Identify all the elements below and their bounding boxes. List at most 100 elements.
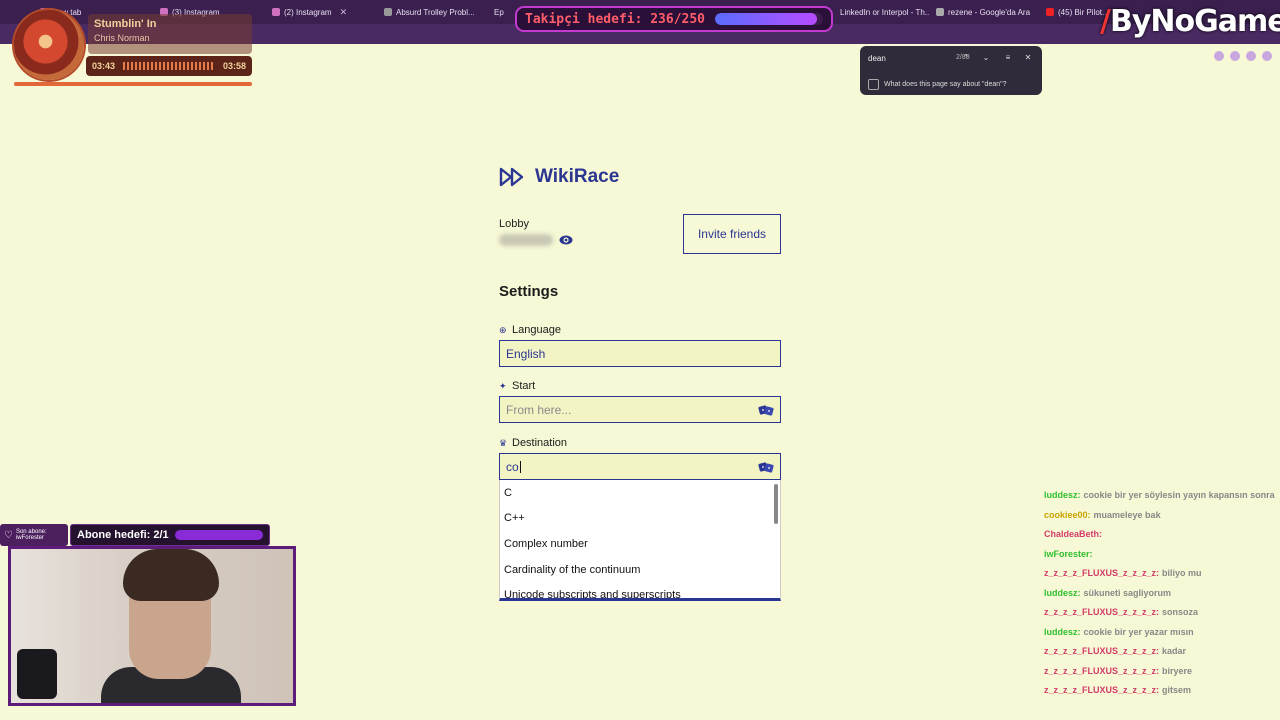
chat-message: cookiee00: muameleye bak [1044,506,1280,526]
track-info: Stumblin' In Chris Norman [88,14,252,54]
sub-goal-bar [174,530,263,540]
tab-instagram-2[interactable]: (2) Instagram ✕ [272,4,372,20]
tab-absurd-trolley[interactable]: Absurd Trolley Probl... [384,4,490,20]
lobby-code-hidden [499,234,553,246]
app-title: WikiRace [535,166,620,187]
chat-username: luddesz: [1044,626,1081,637]
tab-linkedin-interpol[interactable]: LinkedIn or Interpol - Th... [840,4,930,20]
last-sub-text: Son abone: iwForester [16,529,47,541]
chat-text: sükuneti sagliyorum [1083,587,1172,598]
sub-goal-label: Abone hedefi: 2/1 [77,529,169,541]
app-logo: WikiRace [499,166,619,188]
suggestion-item[interactable]: Cardinality of the continuum [500,557,780,583]
audio-icon [384,8,392,16]
extension-icon[interactable] [1246,51,1256,61]
chevron-down-icon[interactable]: ⌄ [980,52,992,64]
suggestion-item[interactable]: Complex number [500,531,780,557]
tab-ep[interactable]: Ep [494,4,514,20]
extension-icon[interactable] [1214,51,1224,61]
follower-goal-bar [715,13,823,25]
chat-message: ChaldeaBeth: [1044,525,1280,545]
last-sub-name: iwForester [15,535,44,541]
trophy-icon: ♛ [499,437,508,448]
last-sub-widget: ♡ Son abone: iwForester [0,524,68,546]
text-cursor [519,460,521,473]
chevron-up-icon[interactable]: ⌃ [960,52,972,64]
follower-goal-fill [715,13,817,25]
chat-username: z_z_z_z_FLUXUS_z_z_z_z: [1044,568,1160,578]
chat-text: sonsoza [1162,607,1199,617]
destination-label: ♛ Destination [499,437,568,449]
start-input[interactable]: From here... [499,396,781,423]
dice-icon[interactable] [758,403,774,417]
tab-rezene-google[interactable]: rezene - Google'da Ara [936,4,1040,20]
destination-suggestions: C C++ Complex number Cardinality of the … [499,480,781,601]
bookmark-icon[interactable] [1230,51,1240,61]
destination-input[interactable]: co [499,453,781,480]
chat-username: z_z_z_z_FLUXUS_z_z_z_z: [1044,646,1160,656]
menu-icon[interactable]: ≡ [1002,52,1014,64]
chat-username: z_z_z_z_FLUXUS_z_z_z_z: [1044,607,1160,617]
chat-message: z_z_z_z_FLUXUS_z_z_z_z: kadar [1044,642,1280,662]
tab-youtube[interactable]: (45) Bir Pilot... [1046,4,1106,20]
chat-message: luddesz: cookie bir yer söylesin yayın ka… [1044,486,1280,506]
globe-icon: ⊕ [499,324,507,335]
settings-heading: Settings [499,283,559,300]
chat-message: z_z_z_z_FLUXUS_z_z_z_z: biliyo mu [1044,564,1280,584]
chat-text: cookie bir yer söylesin yayın kapansın s… [1083,490,1275,500]
brand-logo: /ByNoGame [1100,4,1280,39]
language-label: ⊕ Language [499,324,561,336]
track-title: Stumblin' In [94,18,157,30]
chat-message: luddesz: cookie bir yer yazar mısın [1044,623,1280,643]
chat-message: iwForester: [1044,545,1280,565]
music-widget: Stumblin' In Chris Norman 03:43 03:58 [10,8,254,88]
close-icon[interactable]: ✕ [1022,52,1034,64]
heart-icon: ♡ [4,529,13,541]
music-progress-line [14,82,252,86]
music-progress: 03:43 03:58 [86,56,252,76]
chat-text: kadar [1162,646,1187,656]
webcam-feed [8,546,296,706]
chat-username: luddesz: [1044,490,1081,500]
chat-username: luddesz: [1044,587,1081,598]
ai-sparkle-icon [868,79,879,90]
fast-forward-icon [499,167,524,187]
google-icon [936,8,944,16]
dropdown-scrollbar[interactable] [774,484,778,524]
pin-icon: ✦ [499,380,507,391]
chat-text: muameleye bak [1093,509,1161,520]
chat-username: ChaldeaBeth: [1044,529,1103,539]
chat-text: gitsem [1162,685,1192,695]
suggestion-item[interactable]: C++ [500,506,780,532]
close-icon[interactable]: ✕ [340,7,348,18]
track-duration: 03:58 [222,61,246,71]
chat-text: biryere [1162,665,1193,676]
suggestion-item[interactable]: C [500,480,780,506]
follower-goal-widget: Takipçi hedefi: 236/250 [515,6,833,32]
chat-username: iwForester: [1044,548,1093,559]
album-art [14,10,84,80]
chat-message: z_z_z_z_FLUXUS_z_z_z_z: gitsem [1044,681,1280,701]
streamer-hair [123,549,219,601]
chat-panel: luddesz: cookie bir yer söylesin yayın ka… [1044,486,1280,701]
chat-text: cookie bir yer yazar mısın [1083,626,1194,637]
eye-icon[interactable] [559,234,573,246]
invite-friends-button[interactable]: Invite friends [683,214,781,254]
lobby-label: Lobby [499,218,529,230]
chat-username: z_z_z_z_FLUXUS_z_z_z_z: [1044,665,1160,676]
find-query[interactable]: dean [868,54,886,63]
chat-message: luddesz: sükuneti sagliyorum [1044,584,1280,604]
sub-goal-widget: Abone hedefi: 2/1 [70,524,270,546]
chat-message: z_z_z_z_FLUXUS_z_z_z_z: sonsoza [1044,603,1280,623]
track-elapsed: 03:43 [92,61,116,71]
dice-icon[interactable] [758,460,774,474]
find-ai-suggestion[interactable]: What does this page say about "dean"? [868,79,1007,90]
start-label: ✦ Start [499,380,536,392]
instagram-icon [272,8,280,16]
suggestion-item[interactable]: Unicode subscripts and superscripts [500,582,780,598]
waveform-icon [123,62,215,70]
chat-message: z_z_z_z_FLUXUS_z_z_z_z: biryere [1044,662,1280,682]
chat-username: cookiee00: [1044,509,1091,520]
profile-icon[interactable] [1262,51,1272,61]
language-select[interactable]: English [499,340,781,367]
